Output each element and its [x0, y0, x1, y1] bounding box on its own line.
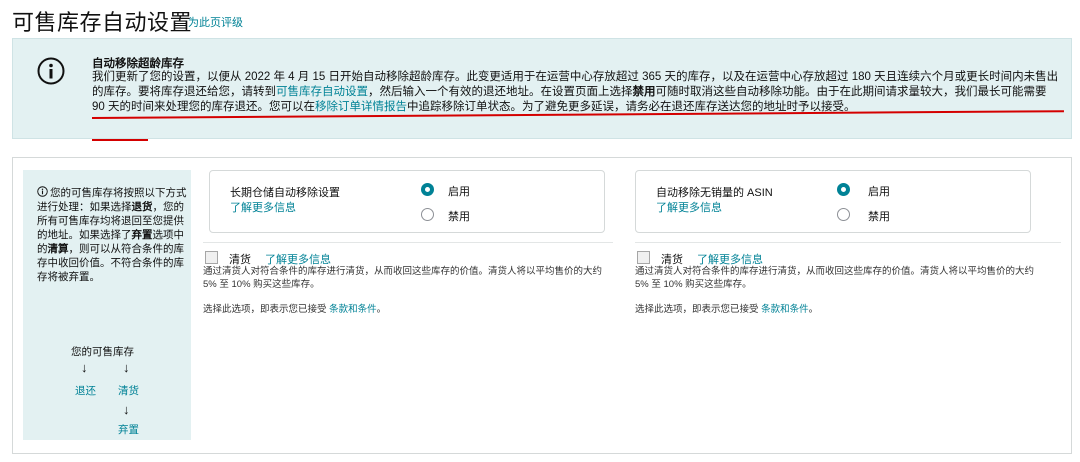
- terms-suffix: 。: [376, 304, 387, 315]
- divider: [203, 242, 613, 243]
- arrow-down-icon: ↓: [123, 360, 130, 375]
- terms-link[interactable]: 条款和条件: [761, 304, 809, 315]
- enable-radio[interactable]: [837, 183, 850, 196]
- info-icon: [37, 186, 48, 197]
- flow-title: 您的可售库存: [71, 346, 134, 358]
- alert-title: 自动移除超龄库存: [92, 58, 184, 70]
- rate-page-link[interactable]: 为此页评级: [188, 14, 243, 30]
- terms-link[interactable]: 条款和条件: [329, 304, 377, 315]
- liquidation-description: 通过清货人对符合条件的库存进行清货，从而收回这些库存的价值。清货人将以平均售价的…: [635, 266, 1035, 290]
- arrow-down-icon: ↓: [123, 402, 130, 417]
- enable-radio-label[interactable]: 启用: [868, 183, 890, 199]
- liquidation-description: 通过清货人对符合条件的库存进行清货，从而收回这些库存的价值。清货人将以平均售价的…: [203, 266, 603, 290]
- alert-text: ，然后输入一个有效的退还地址。在设置页面上选择: [368, 86, 633, 98]
- flow-clear: 清货: [118, 385, 139, 397]
- liquidation-checkbox[interactable]: [637, 251, 650, 264]
- learn-more-link[interactable]: 了解更多信息: [230, 199, 296, 215]
- sidebar-bold: 退货: [131, 201, 153, 213]
- enable-radio-label[interactable]: 启用: [448, 183, 470, 199]
- disable-radio[interactable]: [837, 208, 850, 221]
- disable-radio-label[interactable]: 禁用: [868, 208, 890, 224]
- removal-report-link[interactable]: 移除订单详情报告: [315, 101, 407, 113]
- terms-text: 选择此选项，即表示您已接受 条款和条件。: [635, 301, 818, 315]
- terms-prefix: 选择此选项，即表示您已接受: [203, 304, 327, 315]
- page-title: 可售库存自动设置: [12, 10, 193, 35]
- unsold-asin-removal-setting: 自动移除无销量的 ASIN 了解更多信息 启用 禁用: [635, 170, 1031, 233]
- terms-prefix: 选择此选项，即表示您已接受: [635, 304, 759, 315]
- flow-dispose: 弃置: [118, 424, 139, 436]
- disable-radio-label[interactable]: 禁用: [448, 208, 470, 224]
- red-underline-annotation: [92, 139, 148, 141]
- terms-text: 选择此选项，即表示您已接受 条款和条件。: [203, 301, 386, 315]
- disable-radio[interactable]: [421, 208, 434, 221]
- setting-label: 长期仓储自动移除设置: [230, 187, 340, 199]
- learn-more-link[interactable]: 了解更多信息: [656, 199, 722, 215]
- alert-banner: 自动移除超龄库存 我们更新了您的设置，以便从 2022 年 4 月 15 日开始…: [12, 38, 1072, 141]
- alert-body: 我们更新了您的设置，以便从 2022 年 4 月 15 日开始自动移除超龄库存。…: [92, 70, 1062, 115]
- divider: [635, 242, 1061, 243]
- sidebar-text: 您的可售库存将按照以下方式进行处理：如果选择退货，您的所有可售库存均将退回至您提…: [37, 186, 189, 284]
- enable-radio[interactable]: [421, 183, 434, 196]
- sidebar-bold: 弃置: [131, 229, 153, 241]
- setting-label: 自动移除无销量的 ASIN: [656, 187, 773, 199]
- info-icon: [37, 57, 65, 85]
- terms-suffix: 。: [808, 304, 819, 315]
- flow-return: 退还: [75, 385, 96, 397]
- info-sidebar: 您的可售库存将按照以下方式进行处理：如果选择退货，您的所有可售库存均将退回至您提…: [23, 170, 191, 440]
- settings-panel: 您的可售库存将按照以下方式进行处理：如果选择退货，您的所有可售库存均将退回至您提…: [12, 157, 1072, 454]
- sidebar-bold: 清算: [47, 243, 69, 255]
- alert-bold: 禁用: [632, 86, 656, 98]
- auto-settings-link[interactable]: 可售库存自动设置: [276, 86, 368, 98]
- long-term-removal-setting: 长期仓储自动移除设置 了解更多信息 启用 禁用: [209, 170, 605, 233]
- arrow-down-icon: ↓: [81, 360, 88, 375]
- liquidation-checkbox[interactable]: [205, 251, 218, 264]
